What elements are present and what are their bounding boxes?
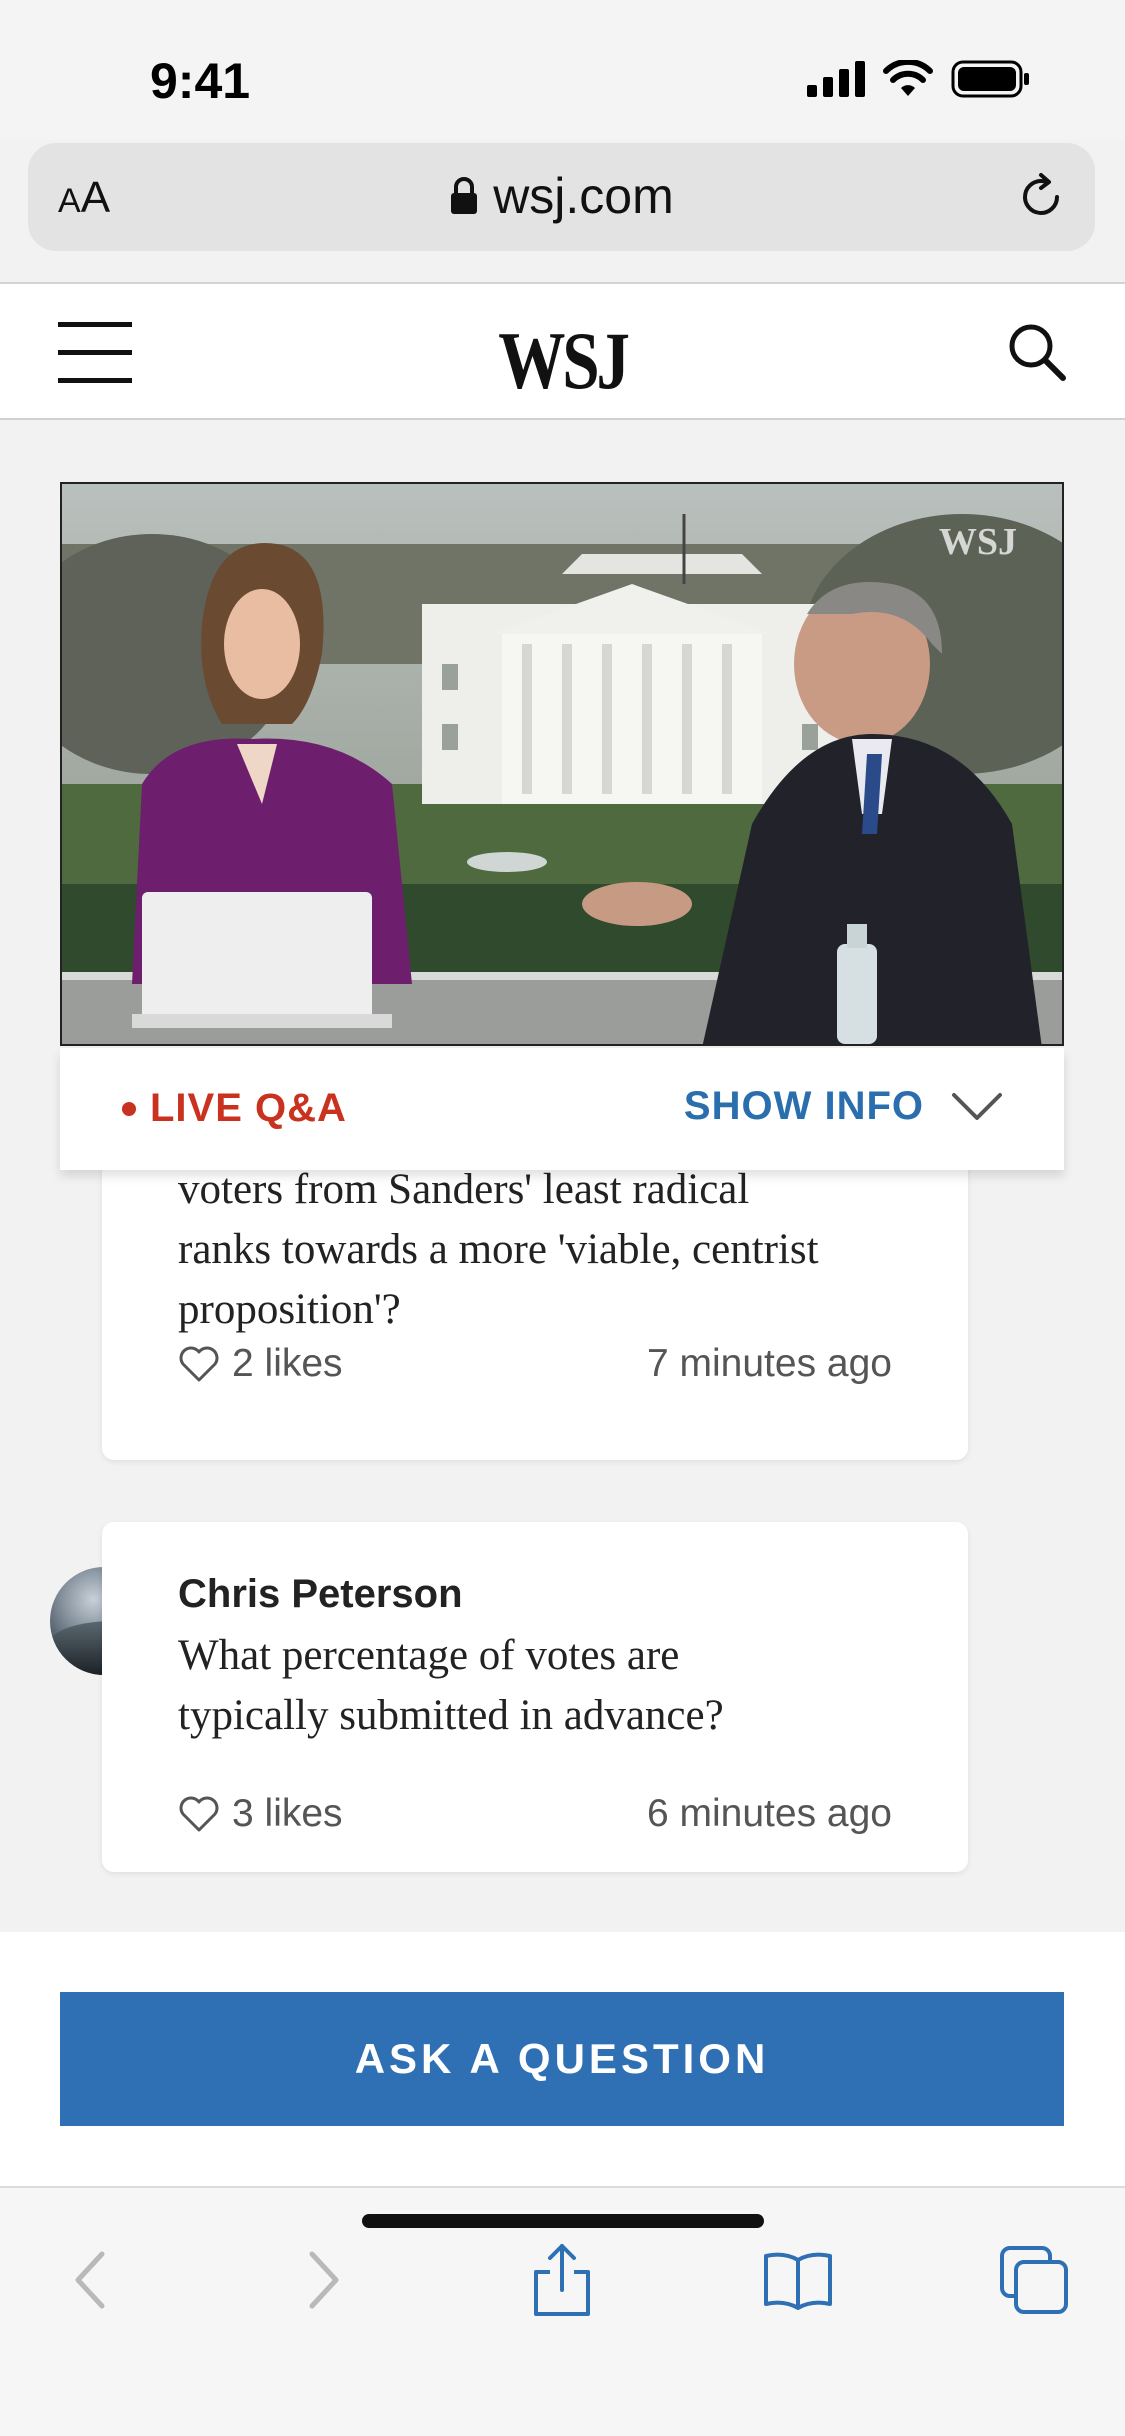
tabs-icon <box>1000 2246 1068 2314</box>
video-info-bar: LIVE Q&A SHOW INFO <box>60 1048 1064 1170</box>
home-indicator <box>362 2214 764 2228</box>
live-indicator: LIVE Q&A <box>122 1086 347 1131</box>
question-time: 6 minutes ago <box>647 1792 892 1835</box>
live-label: LIVE Q&A <box>150 1086 347 1130</box>
show-info-label: SHOW INFO <box>683 1084 924 1128</box>
wifi-icon <box>883 60 933 96</box>
share-icon <box>534 2244 590 2316</box>
like-count: 2 likes <box>232 1342 343 1385</box>
status-bar: 9:41 <box>0 0 1125 140</box>
lock-icon <box>451 177 478 214</box>
chevron-down-icon <box>952 1092 1002 1120</box>
ask-question-button[interactable]: ASK A QUESTION <box>60 1992 1064 2126</box>
back-arrow-icon <box>75 2251 105 2309</box>
live-dot <box>122 1101 136 1116</box>
status-time: 9:41 <box>150 53 251 109</box>
status-icons <box>807 60 1031 98</box>
like-button[interactable]: 3 likes <box>178 1792 343 1836</box>
like-count: 3 likes <box>232 1792 343 1835</box>
url-text: wsj.com <box>493 168 674 224</box>
forward-button[interactable] <box>284 2240 364 2320</box>
show-info-button[interactable]: SHOW INFO <box>684 1084 1004 1129</box>
url-bar[interactable]: AA wsj.com <box>28 143 1095 251</box>
tabs-button[interactable] <box>994 2240 1074 2320</box>
question-card: Chris Peterson What percentage of votes … <box>102 1522 968 1872</box>
question-text: voters from Sanders' least radical ranks… <box>178 1166 819 1333</box>
back-button[interactable] <box>50 2240 130 2320</box>
question-text: What percentage of votes are typically s… <box>178 1632 724 1739</box>
wsj-logo[interactable]: WSJ <box>101 314 1024 408</box>
like-button[interactable]: 2 likes <box>178 1342 343 1386</box>
search-icon[interactable] <box>1005 320 1069 384</box>
share-button[interactable] <box>522 2240 602 2320</box>
url-display[interactable]: wsj.com <box>28 167 1095 225</box>
forward-arrow-icon <box>309 2251 339 2309</box>
video-player[interactable]: WSJ <box>60 482 1064 1046</box>
question-card: voters from Sanders' least radical ranks… <box>102 1122 968 1460</box>
question-author: Chris Peterson <box>178 1572 463 1616</box>
site-header: WSJ <box>0 284 1125 420</box>
live-qa-feed[interactable]: voters from Sanders' least radical ranks… <box>0 422 1125 1932</box>
cta-area: ASK A QUESTION <box>0 1932 1125 2186</box>
question-meta: 3 likes 6 minutes ago <box>178 1792 892 1836</box>
video-watermark: WSJ <box>939 521 1017 563</box>
heart-icon <box>179 1346 219 1382</box>
question-meta: 2 likes 7 minutes ago <box>178 1342 892 1386</box>
signal-icon <box>807 61 865 97</box>
reload-icon[interactable] <box>1015 171 1067 223</box>
video-frame: WSJ <box>62 484 1062 1044</box>
book-icon <box>764 2252 832 2310</box>
battery-icon <box>951 60 1029 98</box>
bookmarks-button[interactable] <box>758 2240 838 2320</box>
question-time: 7 minutes ago <box>647 1342 892 1385</box>
heart-icon <box>179 1796 219 1832</box>
